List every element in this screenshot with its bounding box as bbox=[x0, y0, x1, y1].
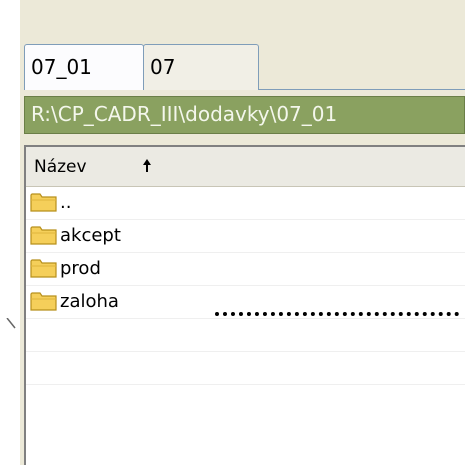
tab-label: 07_01 bbox=[31, 55, 92, 79]
list-item-label: prod bbox=[60, 258, 101, 279]
list-item-label: zaloha bbox=[60, 291, 119, 312]
path-bar[interactable]: R:\CP_CADR_III\dodavky\07_01 bbox=[24, 96, 465, 134]
list-item-label: .. bbox=[60, 192, 72, 213]
tab-07-01[interactable]: 07_01 bbox=[24, 44, 144, 90]
tab-label: 07 bbox=[150, 55, 176, 79]
folder-icon bbox=[30, 259, 57, 278]
list-item-empty bbox=[26, 319, 465, 352]
edge-mark bbox=[6, 318, 16, 329]
folder-icon bbox=[30, 292, 57, 311]
folder-icon bbox=[30, 226, 57, 245]
file-list[interactable]: Název .. akcept prod zaloha bbox=[24, 145, 465, 465]
tab-07[interactable]: 07 bbox=[143, 44, 259, 90]
dotted-pointer-line bbox=[215, 312, 459, 316]
sort-up-arrow-icon bbox=[143, 159, 151, 172]
list-item-akcept[interactable]: akcept bbox=[26, 220, 465, 253]
column-header-label: Název bbox=[34, 157, 87, 177]
tab-strip-border bbox=[259, 89, 465, 90]
folder-icon bbox=[30, 193, 57, 212]
list-item-empty bbox=[26, 352, 465, 385]
path-text: R:\CP_CADR_III\dodavky\07_01 bbox=[31, 102, 338, 126]
column-header-name[interactable]: Název bbox=[26, 147, 465, 187]
list-item-prod[interactable]: prod bbox=[26, 253, 465, 286]
list-item-parent[interactable]: .. bbox=[26, 187, 465, 220]
list-item-label: akcept bbox=[60, 225, 121, 246]
